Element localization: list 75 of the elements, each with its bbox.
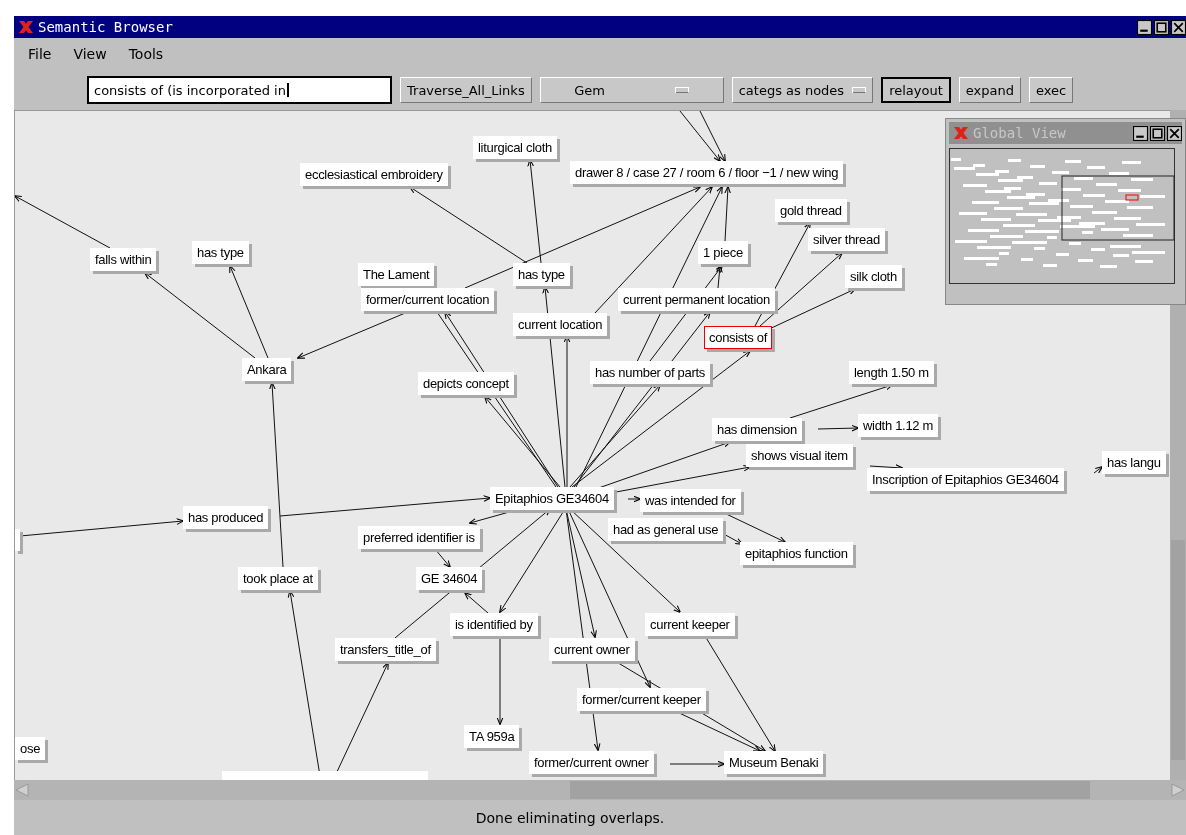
graph-node[interactable]: epitaphios function — [740, 542, 853, 565]
menu-item[interactable]: View — [73, 46, 107, 62]
window-title: Global View — [973, 125, 1066, 141]
edge-arrow — [669, 760, 726, 768]
graph-node[interactable]: preferred identifier is — [358, 526, 480, 549]
graph-node[interactable]: silver thread — [808, 228, 885, 251]
graph-node[interactable]: ecclesiastical embroidery — [300, 163, 448, 186]
graph-node[interactable]: shows visual item — [746, 444, 853, 467]
horizontal-scrollbar[interactable] — [14, 780, 1186, 800]
graph-node[interactable]: GE 34604 — [416, 567, 483, 590]
graph-node[interactable]: current location — [513, 313, 608, 336]
graph-node[interactable]: falls within — [90, 248, 157, 271]
window-title: Semantic Browser — [38, 19, 173, 35]
edge-arrow — [1093, 466, 1104, 474]
close-icon[interactable] — [1171, 19, 1186, 35]
graph-node[interactable]: 1 piece — [698, 241, 748, 264]
graph-node[interactable]: has type — [513, 263, 570, 286]
graph-node[interactable]: former/current location — [361, 288, 495, 311]
graph-node[interactable]: former/current owner — [529, 751, 654, 774]
dropdown-button[interactable]: categs as nodes — [731, 77, 874, 103]
graph-node[interactable]: has dimension — [712, 418, 802, 441]
close-icon[interactable] — [1167, 125, 1182, 141]
graph-overview-drawing[interactable] — [949, 148, 1175, 284]
graph-node[interactable]: gold thread — [775, 199, 847, 222]
edge-arrow — [869, 464, 904, 471]
dropdown-indicator-icon — [852, 87, 867, 93]
graph-node[interactable]: width 1.12 m — [858, 414, 939, 437]
minimize-icon[interactable] — [1137, 19, 1152, 35]
graph-node[interactable]: depicts concept — [418, 372, 514, 395]
graph-node[interactable]: Epitaphios GE34604 — [490, 487, 614, 510]
x-logo-icon — [953, 127, 969, 139]
graph-node[interactable]: silk cloth — [845, 265, 902, 288]
graph-node[interactable]: consists of — [704, 326, 773, 349]
menu-item[interactable]: File — [28, 46, 52, 62]
graph-node[interactable]: is identified by — [450, 613, 538, 636]
graph-node[interactable]: Ankara — [242, 358, 292, 381]
graph-node[interactable]: has number of parts — [590, 361, 710, 384]
graph-node[interactable]: The Lament — [358, 263, 435, 286]
graph-node[interactable]: ose — [15, 737, 46, 760]
graph-node[interactable]: has langu — [1102, 451, 1166, 474]
graph-node[interactable]: was intended for — [640, 489, 741, 512]
dropdown-indicator-icon — [675, 87, 690, 93]
graph-node[interactable] — [222, 771, 428, 780]
toolbar-button[interactable]: exec — [1028, 77, 1074, 103]
status-message: Done eliminating overlaps. — [475, 809, 665, 826]
graph-node[interactable]: has produced — [183, 506, 269, 529]
scrollbar-thumb[interactable] — [570, 781, 1090, 799]
toolbar-button[interactable]: expand — [958, 77, 1021, 103]
graph-node[interactable]: transfers_title_of — [335, 638, 436, 661]
toolbar-button[interactable]: Traverse_All_Links — [400, 77, 532, 103]
graph-node[interactable]: drawer 8 / case 27 / room 6 / floor −1 / new wing — [570, 161, 844, 184]
graph-node[interactable]: had as general use — [608, 518, 724, 541]
menu-item[interactable]: Tools — [128, 46, 164, 62]
maximize-icon[interactable] — [1154, 19, 1169, 35]
edge-arrow — [817, 424, 860, 432]
graph-node[interactable]: Museum Benaki — [724, 751, 824, 774]
x-logo-icon — [18, 21, 34, 33]
graph-node[interactable]: took place at — [238, 567, 318, 590]
graph-node[interactable]: length 1.50 m — [849, 361, 934, 384]
graph-node[interactable]: has type — [192, 241, 249, 264]
text-cursor-icon — [286, 83, 289, 97]
graph-node[interactable]: Inscription of Epitaphios GE34604 — [867, 468, 1064, 491]
dropdown-button[interactable]: Gem — [539, 77, 724, 103]
scrollbar-thumb[interactable] — [1171, 540, 1185, 760]
graph-node[interactable]: TA 959a — [464, 725, 520, 748]
graph-node[interactable]: current permanent location — [618, 288, 775, 311]
maximize-icon[interactable] — [1150, 125, 1165, 141]
graph-node[interactable] — [15, 529, 20, 551]
graph-node[interactable]: former/current keeper — [577, 688, 706, 711]
graph-node[interactable]: liturgical cloth — [473, 136, 557, 159]
minimize-icon[interactable] — [1133, 125, 1148, 141]
graph-node[interactable]: current owner — [549, 638, 635, 661]
toolbar-button[interactable]: relayout — [881, 77, 951, 103]
graph-node[interactable]: current keeper — [645, 613, 735, 636]
query-field[interactable]: consists of (is incorporated in — [87, 76, 392, 104]
